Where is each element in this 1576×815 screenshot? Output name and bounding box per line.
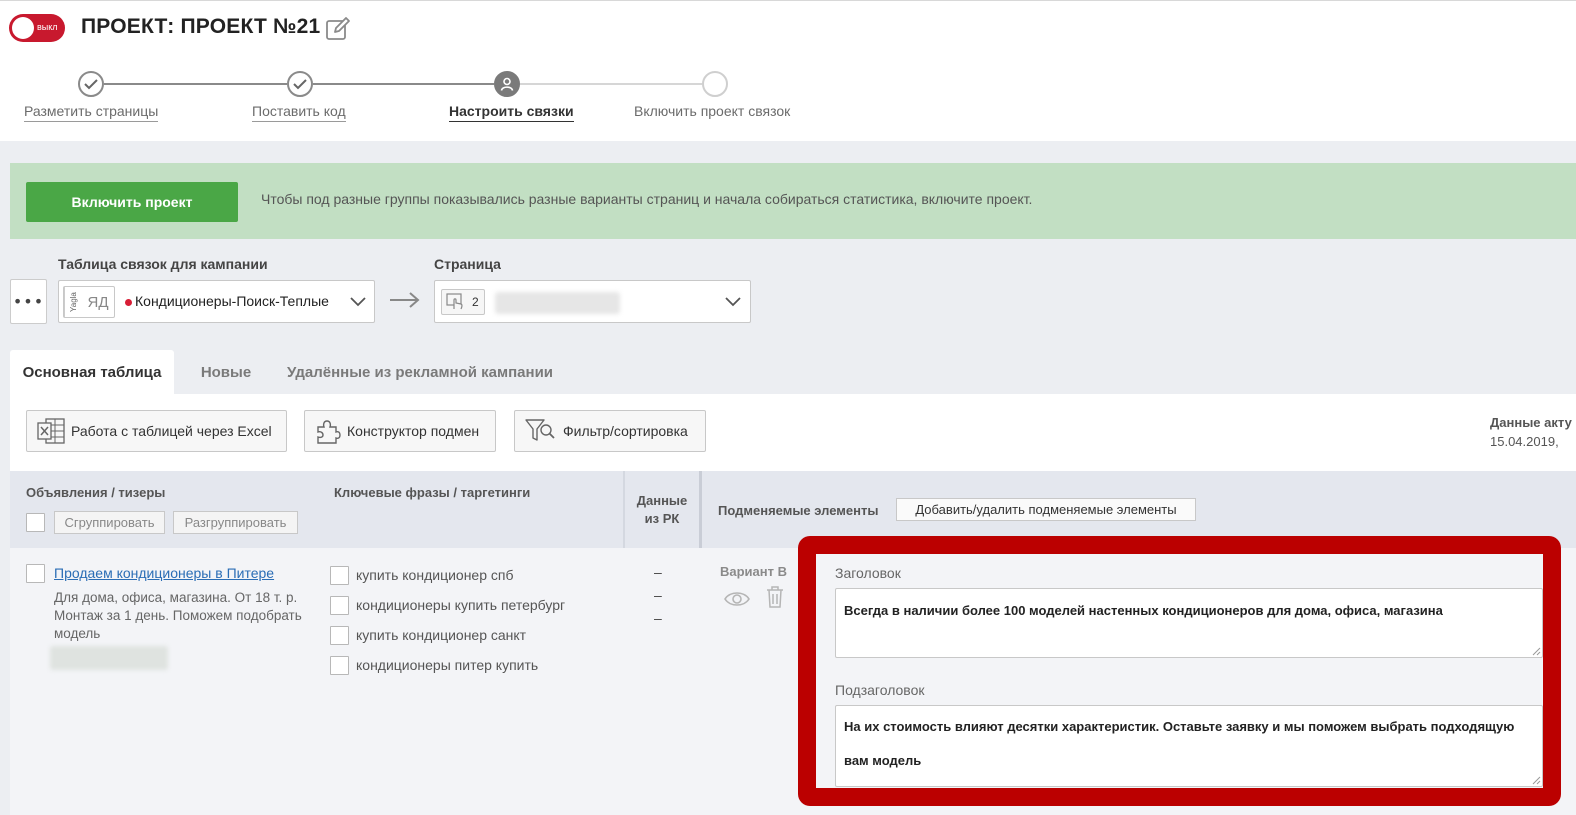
add-remove-elements-button[interactable]: Добавить/удалить подменяемые элементы xyxy=(896,498,1196,521)
enable-project-banner: Включить проект Чтобы под разные группы … xyxy=(10,163,1576,239)
col-data-line2: из РК xyxy=(644,511,680,526)
headline-label: Заголовок xyxy=(835,565,901,581)
data-value: – xyxy=(654,564,662,580)
campaign-value: Кондиционеры-Поиск-Теплые xyxy=(135,293,329,309)
filter-sort-label: Фильтр/сортировка xyxy=(563,423,688,439)
group-button[interactable]: Сгруппировать xyxy=(54,511,165,534)
step-3-user-icon[interactable] xyxy=(494,71,520,97)
project-toggle[interactable]: выкл xyxy=(9,14,65,42)
excel-button-label: Работа с таблицей через Excel xyxy=(71,423,272,439)
step-1-label[interactable]: Разметить страницы xyxy=(24,103,159,122)
headline-textarea[interactable]: Всегда в наличии более 100 моделей насте… xyxy=(835,588,1543,658)
source-icons: Yagla ЯД xyxy=(63,286,115,318)
constructor-button-label: Конструктор подмен xyxy=(347,423,480,439)
chevron-down-icon xyxy=(725,297,741,307)
resize-grip-icon[interactable] xyxy=(1532,647,1541,656)
ad-description: Для дома, офиса, магазина. От 18 т. р. М… xyxy=(54,590,302,641)
keyword-text: купить кондиционер санкт xyxy=(356,627,527,643)
toggle-label: выкл xyxy=(37,22,58,32)
arrow-right-icon xyxy=(390,292,420,308)
setup-stepper: Разметить страницы Поставить код Настрои… xyxy=(0,67,820,127)
data-value: – xyxy=(654,610,662,626)
more-options-button[interactable]: ••• xyxy=(10,279,47,324)
page-count: 2 xyxy=(472,295,479,309)
col-data-header: Данные из РК xyxy=(624,492,700,528)
col-data-line1: Данные xyxy=(636,493,688,508)
chevron-down-icon xyxy=(350,297,366,307)
keyword-checkbox[interactable] xyxy=(330,566,349,585)
constructor-button[interactable]: Конструктор подмен xyxy=(304,410,496,452)
ad-title-link[interactable]: Продаем кондиционеры в Питере xyxy=(54,565,274,581)
keyword-checkbox[interactable] xyxy=(330,626,349,645)
yagla-source-icon: Yagla xyxy=(64,287,82,317)
step-connector xyxy=(313,83,494,85)
step-1-check-icon[interactable] xyxy=(78,71,104,97)
headline-text: Всегда в наличии более 100 моделей насте… xyxy=(844,603,1443,618)
data-value: – xyxy=(654,587,662,603)
table-tabs: Основная таблица Новые Удалённые из рекл… xyxy=(10,350,710,395)
subheadline-label: Подзаголовок xyxy=(835,682,925,698)
eye-icon[interactable] xyxy=(724,590,750,608)
step-4-circle-icon[interactable] xyxy=(702,71,728,97)
subheadline-textarea[interactable]: На их стоимость влияют десятки характери… xyxy=(835,705,1543,787)
step-3-label[interactable]: Настроить связки xyxy=(449,103,574,122)
filter-sort-button[interactable]: Фильтр/сортировка xyxy=(514,410,706,452)
select-all-checkbox[interactable] xyxy=(26,513,45,532)
step-4-label[interactable]: Включить проект связок xyxy=(634,103,790,121)
highlight-frame: Заголовок Всегда в наличии более 100 мод… xyxy=(798,536,1561,806)
col-ads-header: Объявления / тизеры xyxy=(26,485,166,500)
tab-deleted[interactable]: Удалённые из рекламной кампании xyxy=(282,350,558,395)
step-connector xyxy=(104,83,287,85)
tab-main-table[interactable]: Основная таблица xyxy=(10,350,174,395)
resize-grip-icon[interactable] xyxy=(1532,776,1541,785)
keyword-checkbox[interactable] xyxy=(330,596,349,615)
campaign-select[interactable]: Yagla ЯД Кондиционеры-Поиск-Теплые xyxy=(58,280,375,323)
step-connector xyxy=(520,83,702,85)
yandex-direct-icon: ЯД xyxy=(87,293,109,311)
enable-project-button[interactable]: Включить проект xyxy=(26,182,238,222)
keyword-checkbox[interactable] xyxy=(330,656,349,675)
data-actual-date: 15.04.2019, xyxy=(1490,434,1559,449)
project-header: выкл ПРОЕКТ: ПРОЕКТ №21 Разметить страни… xyxy=(0,0,1576,141)
keyword-text: купить кондиционер спб xyxy=(356,567,514,583)
col-keywords-header: Ключевые фразы / таргетинги xyxy=(334,485,531,500)
data-actual-info: Данные акту 15.04.2019, xyxy=(1490,413,1572,451)
data-actual-label: Данные акту xyxy=(1490,415,1572,430)
project-title: ПРОЕКТ: ПРОЕКТ №21 xyxy=(81,15,321,38)
toggle-knob xyxy=(12,17,34,39)
page-select[interactable]: 2 xyxy=(434,280,751,323)
col-replaced-header: Подменяемые элементы xyxy=(718,503,879,518)
status-dot xyxy=(125,299,132,306)
puzzle-icon xyxy=(317,420,341,444)
variant-label: Вариант В xyxy=(720,564,787,579)
blurred-ad-url xyxy=(50,646,168,670)
trash-icon[interactable] xyxy=(766,586,784,608)
ungroup-button[interactable]: Разгруппировать xyxy=(173,511,298,534)
hand-pointer-icon xyxy=(446,293,463,310)
filter-search-icon xyxy=(525,419,555,441)
campaign-label: Таблица связок для кампании xyxy=(58,256,268,272)
page-icon-box: 2 xyxy=(441,289,485,315)
step-2-label[interactable]: Поставить код xyxy=(252,103,346,122)
row-checkbox[interactable] xyxy=(26,564,45,583)
tab-new[interactable]: Новые xyxy=(182,350,270,395)
subheadline-text: На их стоимость влияют десятки характери… xyxy=(844,719,1515,768)
excel-button[interactable]: Работа с таблицей через Excel xyxy=(26,410,287,452)
page-label: Страница xyxy=(434,256,501,272)
banner-text: Чтобы под разные группы показывались раз… xyxy=(261,191,1033,207)
excel-icon xyxy=(37,418,65,444)
keyword-text: кондиционеры питер купить xyxy=(356,657,539,673)
keyword-text: кондиционеры купить петербург xyxy=(356,597,566,613)
step-2-check-icon[interactable] xyxy=(287,71,313,97)
edit-icon[interactable] xyxy=(325,16,351,42)
blurred-page-name xyxy=(495,292,620,314)
replaced-elements-editor: Заголовок Всегда в наличии более 100 мод… xyxy=(818,556,1543,787)
